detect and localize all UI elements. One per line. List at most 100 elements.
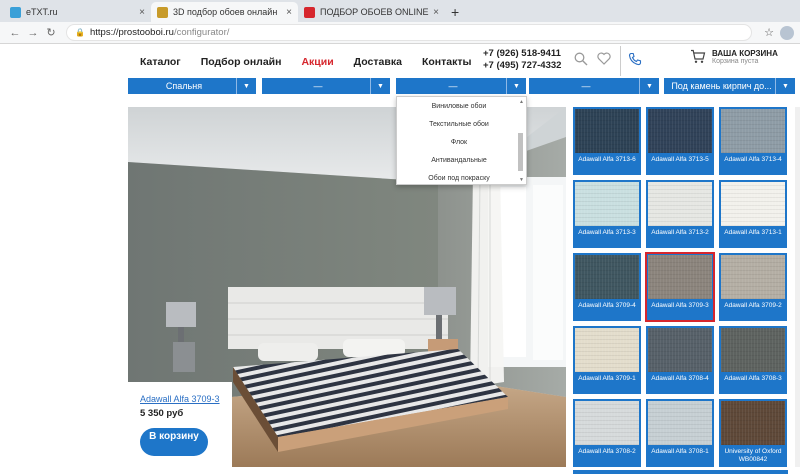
filter-dropdown[interactable]: Под камень кирпич до... ▼ — [664, 78, 795, 94]
swatch-label: Adawall Alfa 3709-4 — [578, 302, 636, 309]
menu-item[interactable]: Акции — [301, 56, 333, 68]
product-info: Adawall Alfa 3709-3 5 350 руб В корзину — [128, 382, 232, 467]
tab-title: ПОДБОР ОБОЕВ ONLINE — [320, 7, 429, 17]
forward-icon[interactable]: → — [24, 27, 42, 39]
swatch-texture — [721, 109, 785, 153]
product-price: 5 350 руб — [140, 408, 184, 419]
profile-avatar[interactable] — [780, 25, 794, 40]
chevron-down-icon: ▼ — [639, 78, 659, 94]
heart-icon[interactable] — [597, 52, 611, 68]
wallpaper-swatch[interactable]: Adawall Alfa 3708-3 — [719, 326, 787, 394]
filter-label: — — [448, 81, 458, 91]
swatch-label: Adawall Alfa 3709-3 — [651, 302, 709, 309]
chevron-down-icon: ▼ — [775, 78, 795, 94]
swatch-label: Adawall Alfa 3708-1 — [651, 448, 709, 455]
close-tab-icon[interactable]: × — [139, 7, 145, 18]
menu-item[interactable]: Контакты — [422, 56, 472, 68]
swatch-label: Adawall Alfa 3713-5 — [651, 156, 709, 163]
browser-tab[interactable]: eTXT.ru × — [4, 2, 151, 22]
wallpaper-swatch[interactable]: Adawall Alfa 3708-2 — [573, 399, 641, 467]
dropdown-scrollbar[interactable] — [518, 133, 523, 171]
menu-item[interactable]: Доставка — [354, 56, 402, 68]
wallpaper-swatch[interactable]: Adawall Alfa 3709-3 — [645, 252, 715, 322]
cart-icon — [690, 49, 706, 67]
url-field[interactable]: 🔒 https://prostooboi.ru/configurator/ — [66, 24, 753, 41]
swatch-texture — [721, 182, 785, 226]
swatch-label: University of Oxford WB00842 — [724, 448, 782, 463]
menu-item[interactable]: Подбор онлайн — [201, 56, 282, 68]
phone-icon[interactable] — [628, 52, 642, 69]
swatch-texture — [648, 109, 712, 153]
favicon-icon — [10, 6, 21, 18]
favicon-icon — [304, 6, 315, 18]
address-bar: ← → ↻ 🔒 https://prostooboi.ru/configurat… — [0, 22, 800, 44]
wallpaper-swatch[interactable]: Adawall Alfa 3708-1 — [646, 399, 714, 467]
browser-tab[interactable]: 3D подбор обоев онлайн × — [151, 2, 298, 22]
swatch-texture — [575, 109, 639, 153]
wallpaper-swatch[interactable]: Adawall Alfa 3713-2 — [646, 180, 714, 248]
close-tab-icon[interactable]: × — [433, 7, 439, 18]
close-tab-icon[interactable]: × — [286, 7, 292, 18]
wallpaper-swatch[interactable]: Adawall Alfa 3709-1 — [573, 326, 641, 394]
dropdown-option[interactable]: Антивандальные — [397, 151, 513, 169]
dropdown-option[interactable]: Текстильные обои — [397, 115, 513, 133]
wallpaper-swatch[interactable]: Adawall Alfa 3709-2 — [719, 253, 787, 321]
favicon-icon — [157, 6, 168, 18]
filter-dropdown[interactable]: — ▼ — [262, 78, 390, 94]
wallpaper-swatch[interactable]: Adawall Alfa 3708-4 — [646, 326, 714, 394]
wallpaper-swatch[interactable]: University of Oxford WB00842 — [719, 399, 787, 467]
filter-label: — — [581, 81, 591, 91]
swatch-label: Adawall Alfa 3708-3 — [724, 375, 782, 382]
swatch-label: Adawall Alfa 3713-2 — [651, 229, 709, 236]
swatch-label: Adawall Alfa 3713-1 — [724, 229, 782, 236]
swatch-texture — [575, 401, 639, 445]
swatch-label: Adawall Alfa 3709-2 — [724, 302, 782, 309]
swatch-texture — [648, 401, 712, 445]
back-icon[interactable]: ← — [6, 27, 24, 39]
filter-label: Спальня — [165, 81, 203, 91]
url-path: /configurator/ — [173, 27, 230, 38]
wallpaper-swatch[interactable]: Adawall Alfa 3713-4 — [719, 107, 787, 175]
dropdown-option[interactable]: Виниловые обои — [397, 97, 513, 115]
material-dropdown-list: Виниловые обои Текстильные обои Флок Антива… — [396, 96, 527, 185]
new-tab-button[interactable]: + — [451, 2, 459, 22]
swatch-label: Adawall Alfa 3713-6 — [578, 156, 636, 163]
swatch-texture — [648, 255, 712, 299]
phone-1[interactable]: +7 (926) 518-9411 — [483, 48, 561, 60]
swatch-texture — [575, 182, 639, 226]
swatch-texture — [648, 182, 712, 226]
reload-icon[interactable]: ↻ — [42, 26, 60, 39]
swatch-texture — [721, 255, 785, 299]
filter-dropdown[interactable]: — ▼ — [529, 78, 659, 94]
add-to-cart-button[interactable]: В корзину — [140, 428, 208, 456]
phone-2[interactable]: +7 (495) 727-4332 — [483, 60, 561, 72]
swatch-label: Adawall Alfa 3713-4 — [724, 156, 782, 163]
wallpaper-swatch[interactable]: Adawall Alfa 3713-1 — [719, 180, 787, 248]
filter-dropdown[interactable]: Спальня ▼ — [128, 78, 256, 94]
wallpaper-swatch[interactable]: Adawall Alfa 3713-3 — [573, 180, 641, 248]
header-divider — [620, 46, 621, 76]
url-host: https://prostooboi.ru — [89, 27, 174, 38]
page-scrollbar[interactable] — [795, 107, 800, 467]
tab-title: eTXT.ru — [26, 7, 58, 17]
phone-numbers: +7 (926) 518-9411 +7 (495) 727-4332 — [483, 48, 561, 72]
chevron-down-icon: ▼ — [236, 78, 256, 94]
swatch-label: Adawall Alfa 3708-4 — [651, 375, 709, 382]
browser-tab-bar: eTXT.ru × 3D подбор обоев онлайн × ПОДБОР ОБ… — [0, 0, 800, 22]
product-name-link[interactable]: Adawall Alfa 3709-3 — [140, 394, 232, 404]
site-header: Каталог Подбор онлайн Акции Доставка Контакт… — [0, 44, 800, 78]
dropdown-option[interactable]: Флок — [397, 133, 513, 151]
filter-dropdown[interactable]: — ▼ — [396, 78, 526, 94]
menu-item[interactable]: Каталог — [140, 56, 181, 68]
wallpaper-swatch[interactable]: Adawall Alfa 3713-5 — [646, 107, 714, 175]
scroll-down-icon[interactable]: ▼ — [519, 177, 524, 183]
wallpaper-swatch[interactable]: Adawall Alfa 3713-6 — [573, 107, 641, 175]
tab-title: 3D подбор обоев онлайн — [173, 7, 278, 17]
dropdown-option[interactable]: Обои под покраску — [397, 169, 513, 187]
browser-tab[interactable]: ПОДБОР ОБОЕВ ONLINE × — [298, 2, 445, 22]
search-icon[interactable] — [574, 52, 588, 69]
scroll-up-icon[interactable]: ▲ — [519, 99, 524, 105]
bookmark-star-icon[interactable]: ☆ — [764, 26, 774, 39]
wallpaper-swatch[interactable]: Adawall Alfa 3709-4 — [573, 253, 641, 321]
cart-widget[interactable]: ВАША КОРЗИНА Корзина пуста — [690, 49, 778, 67]
